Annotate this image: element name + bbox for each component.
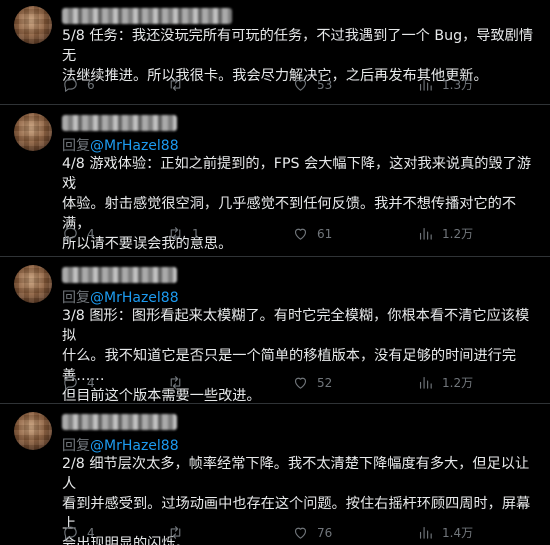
- like-count: 61: [317, 226, 333, 241]
- reply-button[interactable]: 6: [62, 76, 95, 93]
- reply-count: 4: [87, 375, 95, 390]
- tweet-line: 2/8 细节层次太多，帧率经常下降。我不太清楚下降幅度有多大，但足以让人: [62, 456, 530, 492]
- retweet-icon: [170, 376, 181, 389]
- retweet-icon: [170, 78, 181, 91]
- reply-count: 4: [87, 226, 95, 241]
- reply-icon: [64, 376, 77, 390]
- retweet-button[interactable]: [167, 524, 192, 541]
- reply-to-line: 回复@MrHazel88: [62, 435, 179, 455]
- views-button[interactable]: 1.2万: [417, 225, 473, 242]
- tweet-actions: 4 1 61 1.2万: [62, 225, 532, 243]
- avatar[interactable]: [14, 412, 52, 450]
- tweet-2[interactable]: 回复@MrHazel88 4/8 游戏体验：正如之前提到的，FPS 会大幅下降，…: [0, 105, 550, 257]
- reply-button[interactable]: 4: [62, 374, 95, 391]
- tweet-line: 4/8 游戏体验：正如之前提到的，FPS 会大幅下降，这对我来说真的毁了游戏: [62, 156, 532, 192]
- tweet-actions: 4 76 1.4万: [62, 524, 532, 542]
- views-chart-icon: [419, 376, 432, 389]
- views-count: 1.2万: [442, 227, 474, 241]
- reply-handle-link[interactable]: @MrHazel88: [90, 290, 179, 306]
- views-button[interactable]: 1.4万: [417, 524, 473, 541]
- reply-prefix: 回复: [62, 138, 90, 154]
- tweet-1[interactable]: 5/8 任务：我还没玩完所有可玩的任务，不过我遇到了一个 Bug，导致剧情无 法…: [0, 0, 550, 105]
- tweet-3[interactable]: 回复@MrHazel88 3/8 图形：图形看起来太模糊了。有时它完全模糊，你根…: [0, 257, 550, 404]
- views-chart-icon: [419, 78, 432, 91]
- retweet-icon: [170, 526, 181, 539]
- heart-icon: [294, 527, 307, 539]
- avatar[interactable]: [14, 113, 52, 151]
- tweet-4[interactable]: 回复@MrHazel88 2/8 细节层次太多，帧率经常下降。我不太清楚下降幅度…: [0, 404, 550, 545]
- reply-icon: [64, 227, 77, 241]
- avatar[interactable]: [14, 265, 52, 303]
- reply-to-line: 回复@MrHazel88: [62, 135, 179, 155]
- avatar[interactable]: [14, 6, 52, 44]
- retweet-button[interactable]: [167, 76, 192, 93]
- reply-button[interactable]: 4: [62, 225, 95, 242]
- heart-icon: [294, 228, 307, 240]
- reply-icon: [64, 526, 77, 540]
- retweet-count: 1: [192, 226, 200, 241]
- tweet-line: 3/8 图形：图形看起来太模糊了。有时它完全模糊，你根本看不清它应该模拟: [62, 308, 530, 344]
- heart-icon: [294, 377, 307, 389]
- like-count: 52: [317, 375, 333, 390]
- views-button[interactable]: 1.3万: [417, 76, 473, 93]
- like-button[interactable]: 61: [292, 225, 332, 242]
- views-chart-icon: [419, 227, 432, 240]
- views-count: 1.3万: [442, 78, 474, 92]
- reply-icon: [64, 78, 77, 92]
- retweet-button[interactable]: [167, 374, 192, 391]
- reply-prefix: 回复: [62, 438, 90, 454]
- like-button[interactable]: 76: [292, 524, 332, 541]
- author-name-blurred[interactable]: [62, 414, 177, 430]
- views-count: 1.4万: [442, 526, 474, 540]
- reply-button[interactable]: 4: [62, 524, 95, 541]
- retweet-button[interactable]: 1: [167, 225, 200, 242]
- views-button[interactable]: 1.2万: [417, 374, 473, 391]
- reply-count: 4: [87, 525, 95, 540]
- reply-handle-link[interactable]: @MrHazel88: [90, 138, 179, 154]
- reply-to-line: 回复@MrHazel88: [62, 287, 179, 307]
- retweet-icon: [170, 227, 181, 240]
- author-name-blurred[interactable]: [62, 267, 177, 283]
- author-name-blurred[interactable]: [62, 8, 232, 24]
- views-count: 1.2万: [442, 376, 474, 390]
- like-count: 53: [317, 77, 333, 92]
- like-button[interactable]: 53: [292, 76, 332, 93]
- tweet-actions: 4 52 1.2万: [62, 374, 532, 392]
- tweet-actions: 6 53 1.3万: [62, 76, 532, 94]
- views-chart-icon: [419, 526, 432, 539]
- reply-count: 6: [87, 77, 95, 92]
- heart-icon: [294, 79, 307, 91]
- reply-prefix: 回复: [62, 290, 90, 306]
- like-count: 76: [317, 525, 333, 540]
- author-name-blurred[interactable]: [62, 115, 177, 131]
- reply-handle-link[interactable]: @MrHazel88: [90, 438, 179, 454]
- tweet-line: 5/8 任务：我还没玩完所有可玩的任务，不过我遇到了一个 Bug，导致剧情无: [62, 28, 534, 64]
- like-button[interactable]: 52: [292, 374, 332, 391]
